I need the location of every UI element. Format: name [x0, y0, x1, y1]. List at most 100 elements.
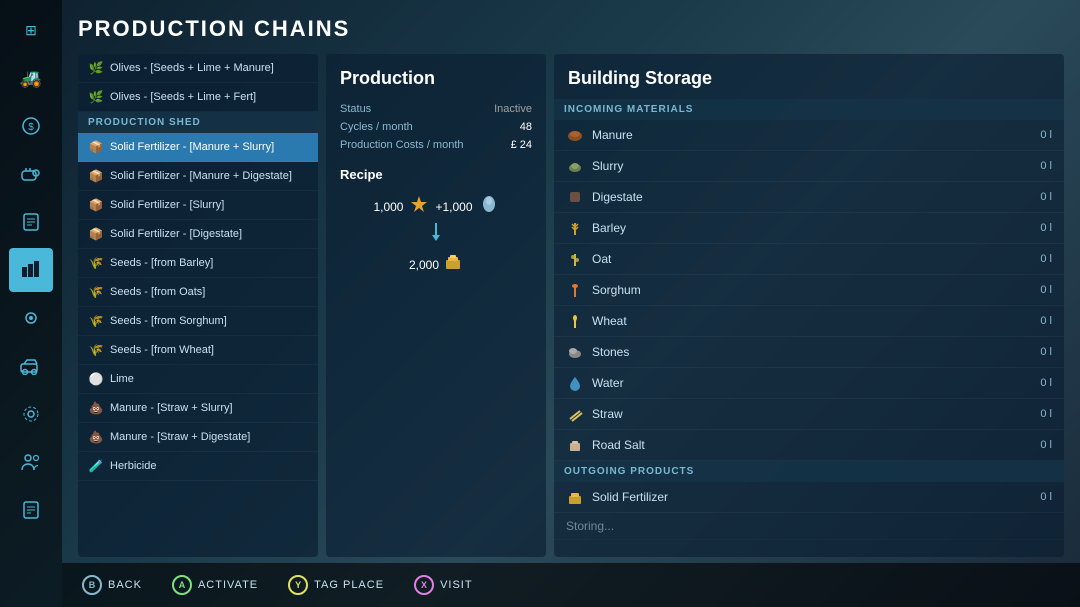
sidebar: ⊞ 🚜 $ — [0, 0, 62, 607]
costs-label: Production Costs / month — [340, 139, 464, 151]
production-title: Production — [340, 68, 532, 89]
storage-row-digestate[interactable]: Digestate 0 l — [554, 182, 1064, 213]
water-storage-icon — [566, 374, 584, 392]
storage-row-solid-fertilizer[interactable]: Solid Fertilizer 0 l — [554, 482, 1064, 513]
list-item-sf3[interactable]: 📦 Solid Fertilizer - [Slurry] — [78, 191, 318, 220]
manure-storage-name: Manure — [592, 128, 633, 142]
road-salt-storage-icon — [566, 436, 584, 454]
recipe-inputs: 1,000 +1,000 — [373, 194, 498, 219]
list-item-seeds-oats[interactable]: 🌾 Seeds - [from Oats] — [78, 278, 318, 307]
back-button[interactable]: B BACK — [82, 575, 142, 595]
stones-storage-amount: 0 l — [1040, 346, 1052, 358]
storage-row-straw[interactable]: Straw 0 l — [554, 399, 1064, 430]
visit-button[interactable]: X VISIT — [414, 575, 473, 595]
right-panel: Building Storage INCOMING MATERIALS Manu… — [554, 54, 1064, 557]
sidebar-item-workers[interactable] — [9, 440, 53, 484]
storage-row-slurry[interactable]: Slurry 0 l — [554, 151, 1064, 182]
storage-row-storing: Storing... — [554, 513, 1064, 540]
storage-row-oat[interactable]: Oat 0 l — [554, 244, 1064, 275]
water-storage-name: Water — [592, 376, 624, 390]
list-item-seeds-sorghum[interactable]: 🌾 Seeds - [from Sorghum] — [78, 307, 318, 336]
digestate-storage-amount: 0 l — [1040, 191, 1052, 203]
sidebar-item-animals[interactable] — [9, 152, 53, 196]
wheat-storage-name: Wheat — [592, 314, 627, 328]
herbicide-icon: 🧪 — [88, 458, 104, 474]
sidebar-item-view[interactable] — [9, 296, 53, 340]
status-label: Status — [340, 103, 371, 115]
recipe-output: 2,000 — [409, 252, 463, 277]
barley-storage-name: Barley — [592, 221, 626, 235]
sidebar-item-production[interactable] — [9, 248, 53, 292]
straw-storage-icon — [566, 405, 584, 423]
sidebar-item-book[interactable] — [9, 200, 53, 244]
activate-button-label: ACTIVATE — [198, 579, 258, 591]
cycles-value: 48 — [520, 121, 532, 133]
list-item-herbicide[interactable]: 🧪 Herbicide — [78, 452, 318, 481]
sorghum-storage-name: Sorghum — [592, 283, 641, 297]
storage-row-sorghum[interactable]: Sorghum 0 l — [554, 275, 1064, 306]
tag-place-button-label: TAG PLACE — [314, 579, 384, 591]
barley-storage-amount: 0 l — [1040, 222, 1052, 234]
road-salt-storage-amount: 0 l — [1040, 439, 1052, 451]
sidebar-item-settings[interactable] — [9, 392, 53, 436]
sf1-icon: 📦 — [88, 139, 104, 155]
straw-storage-name: Straw — [592, 407, 623, 421]
stones-storage-name: Stones — [592, 345, 629, 359]
solid-fertilizer-storage-name: Solid Fertilizer — [592, 490, 668, 504]
storage-row-water[interactable]: Water 0 l — [554, 368, 1064, 399]
back-button-key: B — [82, 575, 102, 595]
storage-row-stones[interactable]: Stones 0 l — [554, 337, 1064, 368]
digestate-storage-icon — [566, 188, 584, 206]
list-item-manure1[interactable]: 💩 Manure - [Straw + Slurry] — [78, 394, 318, 423]
seeds-sorghum-icon: 🌾 — [88, 313, 104, 329]
tag-place-button[interactable]: Y TAG PLACE — [288, 575, 384, 595]
sf2-icon: 📦 — [88, 168, 104, 184]
slurry-storage-amount: 0 l — [1040, 160, 1052, 172]
list-item-manure2[interactable]: 💩 Manure - [Straw + Digestate] — [78, 423, 318, 452]
water-storage-amount: 0 l — [1040, 377, 1052, 389]
storing-label: Storing... — [566, 519, 614, 533]
seeds-wheat-icon: 🌾 — [88, 342, 104, 358]
sf3-icon: 📦 — [88, 197, 104, 213]
activate-button[interactable]: A ACTIVATE — [172, 575, 258, 595]
oat-storage-amount: 0 l — [1040, 253, 1052, 265]
storage-row-wheat[interactable]: Wheat 0 l — [554, 306, 1064, 337]
storage-row-road-salt[interactable]: Road Salt 0 l — [554, 430, 1064, 461]
oat-storage-name: Oat — [592, 252, 611, 266]
recipe-input2-icon — [479, 194, 499, 219]
wheat-storage-icon — [566, 312, 584, 330]
list-item-sf2[interactable]: 📦 Solid Fertilizer - [Manure + Digestate… — [78, 162, 318, 191]
manure-storage-icon — [566, 126, 584, 144]
list-item-seeds-barley[interactable]: 🌾 Seeds - [from Barley] — [78, 249, 318, 278]
sidebar-item-finance[interactable]: $ — [9, 104, 53, 148]
list-item-lime[interactable]: ⚪ Lime — [78, 365, 318, 394]
visit-button-label: VISIT — [440, 579, 473, 591]
manure2-icon: 💩 — [88, 429, 104, 445]
sidebar-item-vehicles[interactable] — [9, 344, 53, 388]
list-item-seeds-wheat[interactable]: 🌾 Seeds - [from Wheat] — [78, 336, 318, 365]
list-item-olives1[interactable]: 🌿 Olives - [Seeds + Lime + Manure] — [78, 54, 318, 83]
storage-row-manure[interactable]: Manure 0 l — [554, 120, 1064, 151]
outgoing-products-header: OUTGOING PRODUCTS — [554, 461, 1064, 482]
recipe-title: Recipe — [340, 167, 532, 182]
list-item-sf4[interactable]: 📦 Solid Fertilizer - [Digestate] — [78, 220, 318, 249]
storage-row-barley[interactable]: Barley 0 l — [554, 213, 1064, 244]
list-item-olives2[interactable]: 🌿 Olives - [Seeds + Lime + Fert] — [78, 83, 318, 112]
visit-button-key: X — [414, 575, 434, 595]
slurry-storage-name: Slurry — [592, 159, 623, 173]
incoming-materials-header: INCOMING MATERIALS — [554, 99, 1064, 120]
recipe-input2-amount: +1,000 — [435, 200, 472, 214]
recipe-arrow — [428, 223, 444, 248]
status-value: Inactive — [494, 103, 532, 115]
recipe-input1-icon — [409, 194, 429, 219]
recipe-input1-amount: 1,000 — [373, 200, 403, 214]
section-header-production-shed: PRODUCTION SHED — [78, 112, 318, 133]
sidebar-item-help[interactable] — [9, 488, 53, 532]
digestate-storage-name: Digestate — [592, 190, 643, 204]
stones-storage-icon — [566, 343, 584, 361]
back-button-label: BACK — [108, 579, 142, 591]
sidebar-item-topleft[interactable]: ⊞ — [9, 8, 53, 52]
list-item-sf1[interactable]: 📦 Solid Fertilizer - [Manure + Slurry] — [78, 133, 318, 162]
sidebar-item-tractor[interactable]: 🚜 — [9, 56, 53, 100]
building-storage-title: Building Storage — [554, 54, 1064, 99]
